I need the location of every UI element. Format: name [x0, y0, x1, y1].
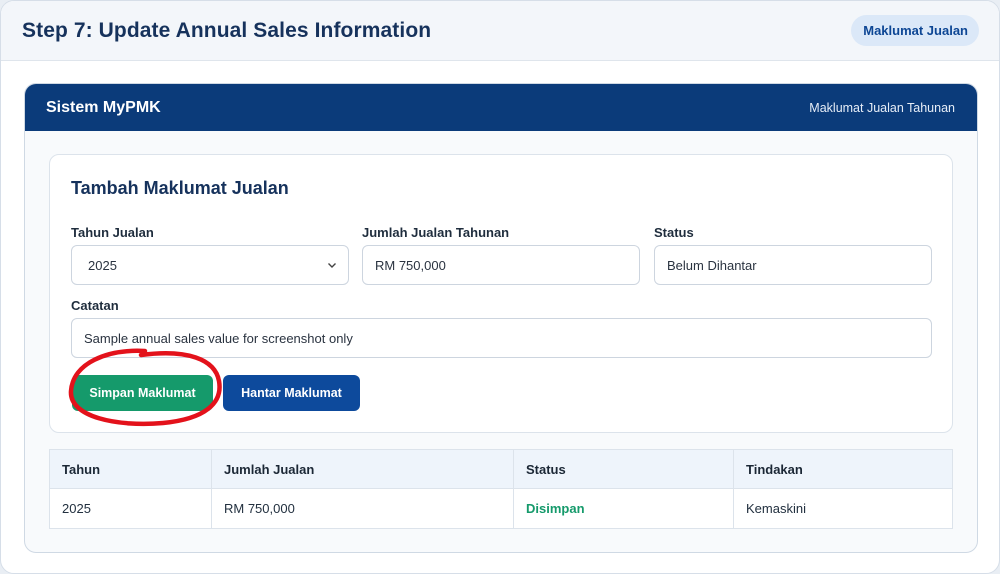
year-label: Tahun Jualan: [71, 225, 154, 240]
row-action-edit[interactable]: Kemaskini: [734, 489, 952, 528]
row-amount: RM 750,000: [212, 489, 514, 528]
notes-input[interactable]: Sample annual sales value for screenshot…: [71, 318, 932, 358]
submit-button[interactable]: Hantar Maklumat: [223, 375, 360, 411]
table-header-status: Status: [514, 450, 734, 488]
app-header-bar: Sistem MyPMK Maklumat Jualan Tahunan: [25, 84, 977, 131]
step-title: Step 7: Update Annual Sales Information: [22, 18, 432, 42]
step-badge: Maklumat Jualan: [851, 15, 979, 46]
notes-input-value: Sample annual sales value for screenshot…: [84, 330, 353, 346]
sales-table: Tahun Jumlah Jualan Status Tindakan 2025…: [49, 449, 953, 529]
amount-input-value: RM 750,000: [375, 257, 446, 273]
app-window: Sistem MyPMK Maklumat Jualan Tahunan Tam…: [24, 83, 978, 553]
sales-form-card: Tambah Maklumat Jualan Tahun Jualan 2025…: [49, 154, 953, 433]
save-button[interactable]: Simpan Maklumat: [72, 375, 213, 411]
app-name: Sistem MyPMK: [46, 98, 161, 116]
notes-label: Catatan: [71, 298, 119, 313]
status-field-value: Belum Dihantar: [667, 257, 757, 273]
chevron-down-icon: [326, 259, 338, 271]
table-header-action: Tindakan: [746, 461, 803, 477]
row-status: Disimpan: [514, 489, 734, 528]
status-field[interactable]: Belum Dihantar: [654, 245, 932, 285]
amount-input[interactable]: RM 750,000: [362, 245, 640, 285]
table-header-amount: Jumlah Jualan: [212, 450, 514, 488]
table-row: 2025 RM 750,000 Disimpan Kemaskini: [50, 489, 952, 528]
year-select[interactable]: 2025: [71, 245, 349, 285]
amount-label: Jumlah Jualan Tahunan: [362, 225, 510, 240]
year-select-value: 2025: [88, 257, 117, 273]
step-header: Step 7: Update Annual Sales Information …: [1, 1, 999, 61]
form-title: Tambah Maklumat Jualan: [71, 178, 289, 198]
table-header-row: Tahun Jumlah Jualan Status Tindakan: [50, 450, 952, 489]
table-header-year: Tahun: [50, 450, 212, 488]
app-section-title: Maklumat Jualan Tahunan: [809, 100, 955, 115]
status-label: Status: [654, 225, 694, 240]
row-year: 2025: [50, 489, 212, 528]
screenshot-frame: Step 7: Update Annual Sales Information …: [0, 0, 1000, 574]
